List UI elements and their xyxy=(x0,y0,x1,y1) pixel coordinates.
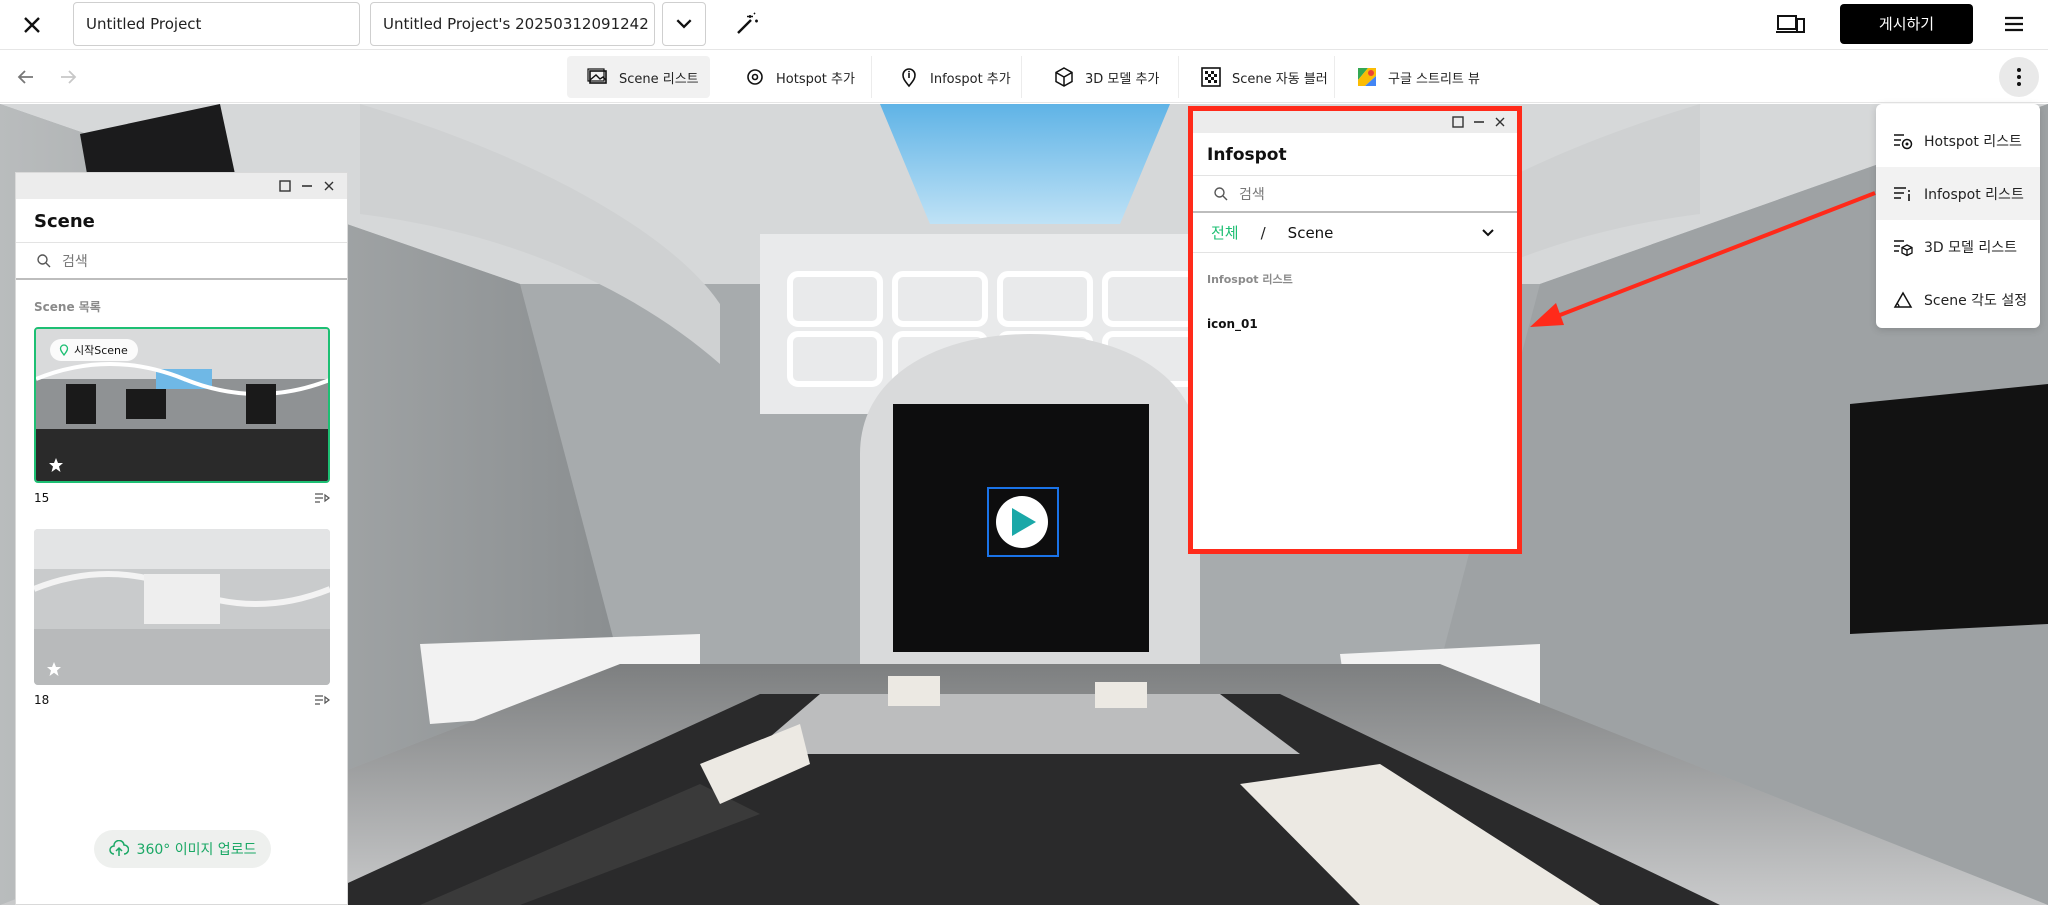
scene-settings-icon[interactable] xyxy=(314,693,330,707)
scene-meta: 15 xyxy=(34,491,330,517)
scene-search-input[interactable]: 검색 xyxy=(16,242,347,280)
scene-thumbnail-image xyxy=(34,529,330,685)
menu-item-label: Scene 각도 설정 xyxy=(1924,292,2028,309)
tool-label: 구글 스트리트 뷰 xyxy=(1388,71,1480,87)
upload-label: 360° 이미지 업로드 xyxy=(136,842,257,858)
search-placeholder: 검색 xyxy=(1239,186,1265,203)
star-icon[interactable] xyxy=(48,457,64,473)
start-scene-badge: 시작Scene xyxy=(50,339,138,361)
top-bar: Untitled Project Untitled Project's 2025… xyxy=(0,0,2048,50)
close-icon[interactable] xyxy=(18,11,46,39)
close-icon[interactable] xyxy=(1493,115,1507,129)
infospot-list-label: Infospot 리스트 xyxy=(1207,273,1293,286)
infospot-add-icon xyxy=(902,68,916,88)
infospot-panel: Infospot 검색 전체 / Scene Infospot 리스트 icon… xyxy=(1188,106,1522,554)
star-icon[interactable] xyxy=(46,661,62,677)
model-list-icon xyxy=(1894,239,1913,256)
infospot-filter[interactable]: 전체 / Scene xyxy=(1193,213,1517,253)
search-icon xyxy=(1214,186,1228,200)
scene-settings-icon[interactable] xyxy=(314,491,330,505)
chevron-down-icon[interactable] xyxy=(1479,224,1497,242)
menu-item-label: 3D 모델 리스트 xyxy=(1924,239,2017,256)
infospot-list-icon xyxy=(1894,186,1910,201)
panel-titlebar xyxy=(1193,111,1517,133)
cube-icon xyxy=(1055,67,1073,87)
undo-arrow-icon[interactable] xyxy=(14,65,38,89)
menu-item-label: Infospot 리스트 xyxy=(1924,186,2024,203)
tool-scene-list[interactable]: Scene 리스트 xyxy=(567,56,710,98)
hotspot-add-icon xyxy=(747,69,763,85)
toolbar: Scene 리스트 Hotspot 추가 Infospot 추가 3D 모델 추… xyxy=(0,51,2048,103)
tool-google-street-view[interactable]: 구글 스트리트 뷰 xyxy=(1336,56,1491,98)
publish-button[interactable]: 게시하기 xyxy=(1840,4,1973,44)
filter-all-tab[interactable]: 전체 xyxy=(1211,222,1239,243)
cloud-upload-icon xyxy=(108,840,129,856)
more-options-menu: Hotspot 리스트 Infospot 리스트 3D 모델 리스트 Scene… xyxy=(1876,104,2040,328)
scene-number: 18 xyxy=(34,693,50,707)
filter-separator: / xyxy=(1260,223,1266,242)
panel-title: Scene xyxy=(34,211,95,232)
maximize-icon[interactable] xyxy=(1451,115,1465,129)
kebab-icon xyxy=(2017,68,2021,86)
menu-item-hotspot-list[interactable]: Hotspot 리스트 xyxy=(1876,114,2040,167)
infospot-list-item[interactable]: icon_01 xyxy=(1193,287,1517,331)
version-dropdown-button[interactable] xyxy=(662,2,706,46)
filter-scene-select[interactable]: Scene xyxy=(1288,224,1334,242)
scene-thumbnail[interactable]: 시작Scene xyxy=(34,327,330,483)
tool-infospot-add[interactable]: Infospot 추가 xyxy=(878,56,1022,98)
redo-arrow-icon[interactable] xyxy=(56,65,80,89)
menu-item-3d-model-list[interactable]: 3D 모델 리스트 xyxy=(1876,220,2040,273)
panel-title: Infospot xyxy=(1207,145,1287,165)
tool-label: Hotspot 추가 xyxy=(776,71,855,87)
tool-label: Scene 자동 블러 xyxy=(1232,71,1328,87)
maximize-icon[interactable] xyxy=(278,179,292,193)
tool-hotspot-add[interactable]: Hotspot 추가 xyxy=(724,56,872,98)
scene-thumbnail[interactable] xyxy=(34,529,330,685)
scene-panel: Scene 검색 Scene 목록 시작Scene 15 18 360° 이미지… xyxy=(15,172,348,905)
tool-3d-model-add[interactable]: 3D 모델 추가 xyxy=(1033,56,1179,98)
menu-item-scene-angle[interactable]: Scene 각도 설정 xyxy=(1876,273,2040,326)
annotation-arrow-icon xyxy=(1530,191,1876,327)
location-pin-icon xyxy=(59,344,69,356)
search-placeholder: 검색 xyxy=(62,253,88,270)
close-icon[interactable] xyxy=(322,179,336,193)
hamburger-menu-icon[interactable] xyxy=(2001,12,2027,36)
version-name-field[interactable]: Untitled Project's 20250312091242 xyxy=(370,2,655,46)
blur-icon xyxy=(1201,67,1221,87)
section-label: Scene 목록 xyxy=(34,300,101,314)
tool-label: Scene 리스트 xyxy=(619,71,699,87)
tool-scene-auto-blur[interactable]: Scene 자동 블러 xyxy=(1180,56,1335,98)
infospot-search-input[interactable]: 검색 xyxy=(1193,175,1517,213)
tool-label: 3D 모델 추가 xyxy=(1085,71,1160,87)
scene-meta: 18 xyxy=(34,693,330,719)
minimize-icon[interactable] xyxy=(1472,115,1486,129)
badge-label: 시작Scene xyxy=(74,344,128,357)
panel-titlebar xyxy=(16,173,347,199)
scene-number: 15 xyxy=(34,491,50,505)
minimize-icon[interactable] xyxy=(300,179,314,193)
project-name-field[interactable]: Untitled Project xyxy=(73,2,360,46)
menu-item-infospot-list[interactable]: Infospot 리스트 xyxy=(1876,167,2040,220)
magic-wand-icon[interactable] xyxy=(733,10,761,38)
scene-list-icon xyxy=(587,68,607,84)
hotspot-list-icon xyxy=(1894,133,1913,149)
angle-icon xyxy=(1893,290,1913,308)
more-options-button[interactable] xyxy=(1999,57,2039,97)
google-street-view-icon xyxy=(1358,68,1376,86)
chevron-down-icon xyxy=(676,19,692,29)
upload-360-image-button[interactable]: 360° 이미지 업로드 xyxy=(94,830,271,868)
menu-item-label: Hotspot 리스트 xyxy=(1924,133,2022,150)
tool-label: Infospot 추가 xyxy=(930,71,1011,87)
device-preview-icon[interactable] xyxy=(1776,10,1806,38)
search-icon xyxy=(37,253,51,267)
